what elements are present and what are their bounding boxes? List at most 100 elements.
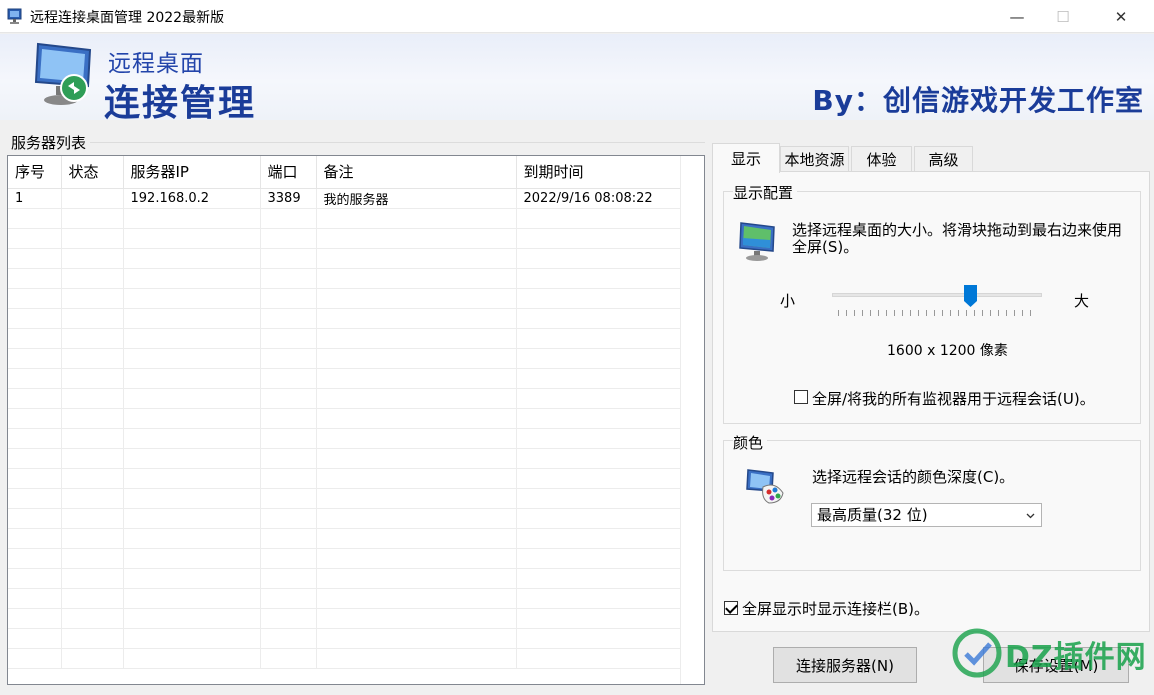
tab-display[interactable]: 显示 bbox=[712, 143, 780, 173]
table-cell bbox=[8, 628, 62, 649]
table-row bbox=[8, 368, 681, 389]
table-cell bbox=[516, 348, 681, 369]
table-cell bbox=[8, 228, 62, 249]
table-cell bbox=[516, 468, 681, 489]
column-header[interactable]: 状态 bbox=[61, 156, 124, 189]
table-row bbox=[8, 648, 681, 669]
table-cell bbox=[516, 648, 681, 669]
table-row bbox=[8, 208, 681, 229]
table-cell bbox=[516, 248, 681, 269]
table-cell bbox=[260, 528, 317, 549]
table-cell bbox=[123, 588, 261, 609]
table-cell bbox=[61, 548, 124, 569]
tab-local-resources[interactable]: 本地资源 bbox=[780, 146, 849, 172]
table-row bbox=[8, 288, 681, 309]
table-row bbox=[8, 488, 681, 509]
table-cell bbox=[516, 528, 681, 549]
tab-experience[interactable]: 体验 bbox=[851, 146, 912, 172]
fullscreen-all-monitors-checkbox[interactable] bbox=[794, 390, 808, 404]
table-cell bbox=[516, 608, 681, 629]
banner-author: By：创信游戏开发工作室 bbox=[812, 84, 1144, 117]
table-cell bbox=[516, 428, 681, 449]
table-cell bbox=[260, 508, 317, 529]
table-row bbox=[8, 308, 681, 329]
table-cell bbox=[61, 368, 124, 389]
show-connection-bar-checkbox[interactable] bbox=[724, 601, 738, 615]
table-cell bbox=[8, 648, 62, 669]
table-cell bbox=[123, 508, 261, 529]
table-row bbox=[8, 628, 681, 649]
table-cell bbox=[260, 468, 317, 489]
table-cell bbox=[61, 388, 124, 409]
table-cell bbox=[516, 588, 681, 609]
table-cell bbox=[260, 288, 317, 309]
connect-server-button[interactable]: 连接服务器(N) bbox=[773, 647, 917, 683]
table-cell bbox=[61, 408, 124, 429]
table-cell bbox=[260, 428, 317, 449]
table-cell bbox=[316, 508, 517, 529]
table-row bbox=[8, 388, 681, 409]
table-row bbox=[8, 328, 681, 349]
chevron-down-icon bbox=[1026, 513, 1035, 519]
table-cell bbox=[8, 508, 62, 529]
resolution-slider-thumb[interactable] bbox=[964, 285, 978, 307]
table-cell bbox=[260, 408, 317, 429]
table-cell bbox=[8, 288, 62, 309]
table-cell bbox=[260, 208, 317, 229]
close-button[interactable]: ✕ bbox=[1098, 0, 1144, 33]
table-cell bbox=[260, 648, 317, 669]
table-cell bbox=[123, 568, 261, 589]
table-cell bbox=[61, 208, 124, 229]
resolution-slider-track[interactable] bbox=[832, 293, 1042, 297]
column-header[interactable]: 备注 bbox=[316, 156, 517, 189]
table-header: 序号 状态 服务器IP 端口 备注 到期时间 bbox=[8, 156, 681, 189]
table-cell bbox=[123, 268, 261, 289]
color-palette-icon bbox=[746, 469, 784, 504]
slider-min-label: 小 bbox=[780, 292, 796, 310]
table-cell bbox=[123, 448, 261, 469]
header-banner: 远程桌面 连接管理 By：创信游戏开发工作室 bbox=[0, 34, 1154, 124]
table-cell bbox=[61, 428, 124, 449]
color-depth-dropdown[interactable]: 最高质量(32 位) bbox=[811, 503, 1042, 527]
table-cell bbox=[8, 348, 62, 369]
display-description: 选择远程桌面的大小。将滑块拖动到最右边来使用全屏(S)。 bbox=[792, 221, 1123, 256]
table-cell bbox=[316, 268, 517, 289]
table-cell: 我的服务器 bbox=[316, 188, 517, 209]
table-cell bbox=[316, 368, 517, 389]
minimize-button[interactable]: — bbox=[994, 0, 1040, 33]
table-row[interactable]: 1 192.168.0.2 3389 我的服务器 2022/9/16 08:08:22 bbox=[8, 188, 681, 209]
column-header[interactable]: 服务器IP bbox=[123, 156, 261, 189]
table-cell bbox=[516, 388, 681, 409]
table-cell bbox=[316, 228, 517, 249]
table-cell bbox=[260, 388, 317, 409]
table-cell bbox=[8, 408, 62, 429]
table-cell bbox=[8, 448, 62, 469]
column-header[interactable]: 到期时间 bbox=[516, 156, 681, 189]
table-cell bbox=[61, 268, 124, 289]
table-cell bbox=[316, 388, 517, 409]
column-header[interactable]: 序号 bbox=[8, 156, 62, 189]
show-connection-bar-label[interactable]: 全屏显示时显示连接栏(B)。 bbox=[742, 598, 929, 619]
table-cell bbox=[61, 608, 124, 629]
table-cell bbox=[123, 488, 261, 509]
table-cell bbox=[516, 228, 681, 249]
app-icon bbox=[7, 8, 22, 24]
server-list[interactable]: 序号 状态 服务器IP 端口 备注 到期时间 1 192.168.0.2 3389 我的服务器 2… bbox=[7, 155, 705, 685]
table-cell bbox=[8, 268, 62, 289]
table-cell bbox=[61, 508, 124, 529]
table-cell bbox=[316, 568, 517, 589]
maximize-button[interactable]: ☐ bbox=[1040, 0, 1086, 33]
table-cell bbox=[8, 388, 62, 409]
table-row bbox=[8, 268, 681, 289]
tab-advanced[interactable]: 高级 bbox=[914, 146, 973, 172]
table-cell bbox=[516, 208, 681, 229]
table-row bbox=[8, 528, 681, 549]
table-cell bbox=[8, 468, 62, 489]
table-cell bbox=[61, 628, 124, 649]
column-header[interactable]: 端口 bbox=[260, 156, 317, 189]
fullscreen-all-monitors-label[interactable]: 全屏/将我的所有监视器用于远程会话(U)。 bbox=[812, 388, 1095, 409]
table-cell bbox=[123, 468, 261, 489]
watermark-text: DZ插件网 bbox=[1005, 640, 1147, 675]
table-cell bbox=[8, 528, 62, 549]
table-cell bbox=[61, 308, 124, 329]
